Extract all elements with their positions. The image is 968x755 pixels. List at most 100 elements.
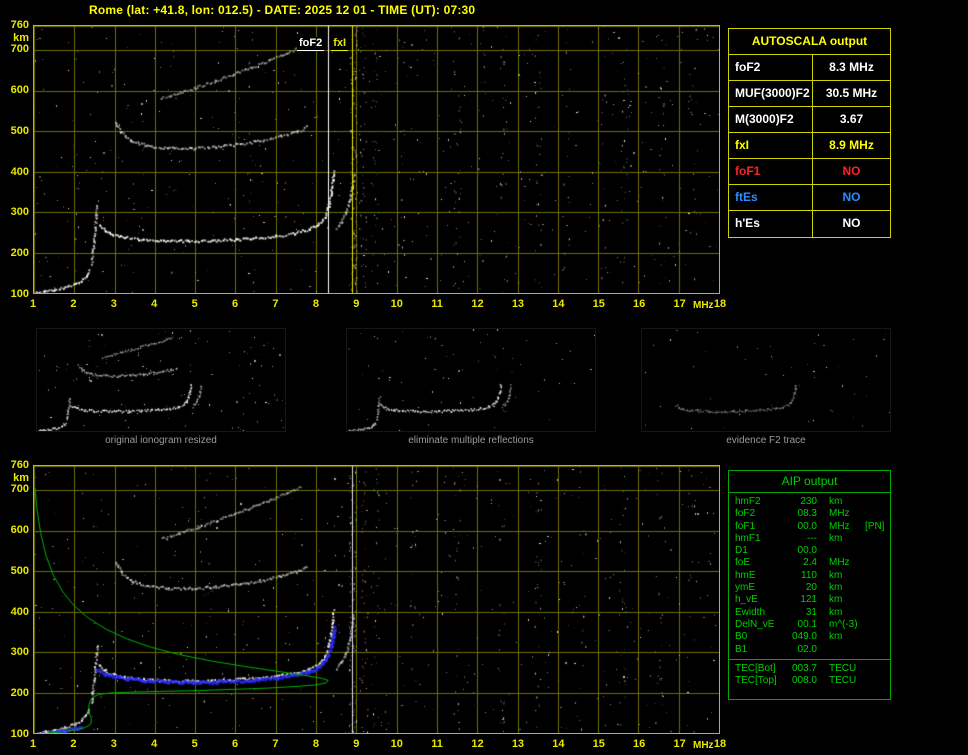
autoscala-param-value: 3.67 (813, 107, 890, 132)
aip-row-b1: B102.0 (735, 644, 890, 656)
aip-unit: m^(-3) (817, 619, 863, 631)
x-tick-16: 16 (628, 739, 650, 750)
aip-extra (863, 607, 890, 619)
x-tick-11: 11 (426, 299, 448, 310)
aip-unit: km (817, 533, 863, 545)
aip-param: DelN_vE (735, 619, 785, 631)
x-tick-12: 12 (467, 299, 489, 310)
thumb-caption-evidence-f2: evidence F2 trace (641, 435, 891, 446)
aip-row-delnve: DelN_vE00.1m^(-3) (735, 619, 890, 631)
autoscala-param-label: h'Es (729, 211, 813, 237)
aip-row-hmf1: hmF1---km (735, 533, 890, 545)
autoscala-output-table: AUTOSCALA output foF28.3 MHzMUF(3000)F23… (728, 28, 891, 238)
aip-row-hmf2: hmF2230km (735, 496, 890, 508)
thumb-evidence-f2 (641, 328, 891, 432)
x-tick-9: 9 (345, 739, 367, 750)
x-tick-8: 8 (305, 739, 327, 750)
x-tick-17: 17 (669, 299, 691, 310)
aip-extra (863, 594, 890, 606)
x-tick-2: 2 (62, 739, 84, 750)
aip-value: 121 (785, 594, 817, 606)
y-axis-unit: km (0, 473, 29, 484)
thumb-canvas-original (37, 329, 285, 431)
x-tick-14: 14 (547, 739, 569, 750)
aip-param: hmF1 (735, 533, 785, 545)
y-tick-760: 760 (0, 20, 29, 31)
aip-value: 02.0 (785, 644, 817, 656)
aip-unit: MHz (817, 508, 863, 520)
aip-param: ymE (735, 582, 785, 594)
x-tick-7: 7 (264, 739, 286, 750)
aip-param: D1 (735, 545, 785, 557)
aip-output-panel: AIP output hmF2230kmfoF208.3MHzfoF100.0M… (728, 470, 891, 700)
aip-value: --- (785, 533, 817, 545)
aip-extra (863, 570, 890, 582)
ionogram-plot-bottom (33, 465, 720, 734)
x-tick-9: 9 (345, 299, 367, 310)
aip-unit: km (817, 594, 863, 606)
aip-unit: km (817, 496, 863, 508)
autoscala-param-label: M(3000)F2 (729, 107, 813, 132)
x-tick-4: 4 (143, 299, 165, 310)
x-tick-13: 13 (507, 299, 529, 310)
marker-label-fof2: foF2 (297, 37, 324, 51)
aip-value: 08.3 (785, 508, 817, 520)
y-tick-200: 200 (0, 688, 29, 699)
x-tick-12: 12 (467, 739, 489, 750)
aip-extra: [PN] (863, 521, 890, 533)
autoscala-row-hes: h'EsNO (729, 211, 890, 237)
y-tick-700: 700 (0, 44, 29, 55)
autoscala-param-label: fxI (729, 133, 813, 158)
aip-row-fof1: foF100.0MHz[PN] (735, 521, 890, 533)
aip-row-tectop: TEC[Top]008.0TECU (735, 675, 890, 687)
autoscala-row-fof2: foF28.3 MHz (729, 55, 890, 81)
aip-value: 003.7 (785, 663, 817, 675)
aip-unit: MHz (817, 521, 863, 533)
aip-tec-rows: TEC[Bot]003.7TECUTEC[Top]008.0TECU (729, 659, 890, 688)
aip-row-tecbot: TEC[Bot]003.7TECU (735, 663, 890, 675)
x-tick-16: 16 (628, 299, 650, 310)
autoscala-window: Rome (lat: +41.8, lon: 012.5) - DATE: 20… (0, 0, 968, 755)
autoscala-table-rows: foF28.3 MHzMUF(3000)F230.5 MHzM(3000)F23… (729, 55, 890, 237)
y-tick-400: 400 (0, 167, 29, 178)
autoscala-row-m3000f2: M(3000)F23.67 (729, 107, 890, 133)
aip-extra (863, 619, 890, 631)
autoscala-param-value: 8.3 MHz (813, 55, 890, 80)
aip-unit: km (817, 631, 863, 643)
x-tick-4: 4 (143, 739, 165, 750)
aip-value: 230 (785, 496, 817, 508)
x-tick-5: 5 (184, 739, 206, 750)
y-tick-760: 760 (0, 460, 29, 471)
aip-extra (863, 557, 890, 569)
x-tick-5: 5 (184, 299, 206, 310)
aip-row-hve: h_vE121km (735, 594, 890, 606)
autoscala-param-value: 8.9 MHz (813, 133, 890, 158)
aip-row-d1: D100.0 (735, 545, 890, 557)
aip-row-hme: hmE110km (735, 570, 890, 582)
aip-row-ewidth: Ewidth31km (735, 607, 890, 619)
autoscala-param-value: NO (813, 159, 890, 184)
aip-param: B0 (735, 631, 785, 643)
x-tick-6: 6 (224, 299, 246, 310)
aip-value: 20 (785, 582, 817, 594)
thumb-canvas-evidence-f2 (642, 329, 890, 431)
autoscala-param-value: 30.5 MHz (813, 81, 890, 106)
aip-extra (863, 631, 890, 643)
aip-param: foF1 (735, 521, 785, 533)
aip-extra (863, 496, 890, 508)
autoscala-param-label: ftEs (729, 185, 813, 210)
autoscala-param-value: NO (813, 185, 890, 210)
x-tick-10: 10 (386, 299, 408, 310)
y-tick-700: 700 (0, 484, 29, 495)
aip-param: hmE (735, 570, 785, 582)
autoscala-row-fxi: fxI8.9 MHz (729, 133, 890, 159)
aip-param: foE (735, 557, 785, 569)
ionogram-canvas-top (34, 26, 719, 293)
aip-param: B1 (735, 644, 785, 656)
aip-value: 00.1 (785, 619, 817, 631)
x-tick-17: 17 (669, 739, 691, 750)
aip-unit: TECU (817, 663, 863, 675)
y-tick-600: 600 (0, 525, 29, 536)
aip-parameter-rows: hmF2230kmfoF208.3MHzfoF100.0MHz[PN]hmF1-… (729, 493, 890, 656)
y-tick-400: 400 (0, 607, 29, 618)
